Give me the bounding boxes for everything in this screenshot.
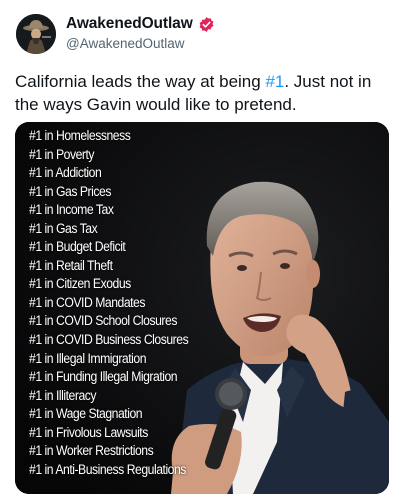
tweet-header: AwakenedOutlaw @AwakenedOutlaw	[14, 12, 389, 56]
verified-badge-icon	[199, 16, 214, 32]
list-item: #1 in Anti-Business Regulations	[29, 461, 186, 478]
list-item: #1 in Budget Deficit	[29, 239, 126, 256]
list-item: #1 in Wage Stagnation	[29, 406, 143, 423]
list-item: #1 in Income Tax	[29, 202, 114, 219]
list-item: #1 in Gas Tax	[29, 220, 98, 237]
list-item: #1 in Citizen Exodus	[29, 276, 131, 293]
user-handle[interactable]: @AwakenedOutlaw	[66, 36, 215, 51]
ranking-list: #1 in Homelessness #1 in Poverty #1 in A…	[29, 127, 214, 479]
list-item: #1 in Worker Restrictions	[29, 443, 154, 460]
list-item: #1 in Gas Prices	[29, 183, 111, 200]
author-names: AwakenedOutlaw @AwakenedOutlaw	[66, 15, 215, 51]
list-item: #1 in Frivolous Lawsuits	[29, 424, 148, 441]
list-item: #1 in Homelessness	[29, 128, 131, 144]
list-item: #1 in Poverty	[29, 146, 95, 163]
avatar[interactable]	[16, 14, 56, 54]
list-item: #1 in Illegal Immigration	[29, 350, 147, 367]
tweet-text-before: California leads the way at being	[15, 72, 266, 91]
list-item: #1 in COVID Business Closures	[29, 332, 189, 349]
display-name[interactable]: AwakenedOutlaw	[66, 15, 193, 33]
cowboy-avatar-icon	[16, 14, 56, 54]
tweet-text: California leads the way at being #1. Ju…	[15, 70, 393, 116]
list-item: #1 in Addiction	[29, 165, 102, 182]
list-item: #1 in Funding Illegal Migration	[29, 369, 178, 386]
list-item: #1 in Illiteracy	[29, 387, 97, 404]
list-item: #1 in COVID Mandates	[29, 294, 146, 311]
tweet-image[interactable]: #1 in Homelessness #1 in Poverty #1 in A…	[15, 122, 389, 494]
hashtag-link[interactable]: #1	[265, 72, 284, 91]
list-item: #1 in Retail Theft	[29, 257, 113, 274]
list-item: #1 in COVID School Closures	[29, 313, 177, 330]
